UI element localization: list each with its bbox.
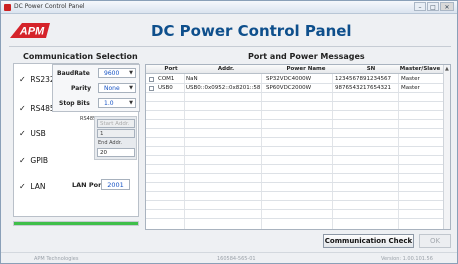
messages-table: Port Addr. Power Name SN Master/Slave CO… — [145, 64, 451, 230]
stopbits-value: 1.0 — [104, 100, 114, 107]
cell-port: USB0 — [158, 85, 173, 91]
apm-logo: APM — [10, 23, 50, 38]
cell-sn: 1234567891234567 — [335, 76, 391, 82]
stopbits-label: Stop Bits — [59, 100, 90, 107]
status-bar: APM Technologies 160584-565-01 Version: … — [1, 252, 457, 263]
table-row — [146, 165, 444, 174]
end-addr-label: End Addr. — [98, 140, 122, 146]
row-checkbox[interactable] — [149, 77, 154, 82]
check-icon[interactable]: ✓ — [19, 182, 28, 191]
table-row — [146, 93, 444, 102]
progress-fill — [14, 222, 138, 225]
table-row — [146, 147, 444, 156]
table-row — [146, 201, 444, 210]
table-header: Port Addr. Power Name SN Master/Slave — [146, 65, 444, 74]
protocol-lan[interactable]: ✓ LAN — [19, 182, 45, 191]
protocol-gpib[interactable]: ✓ GPIB — [19, 156, 48, 165]
start-addr-value[interactable]: 1 — [97, 129, 135, 138]
protocol-label: USB — [30, 129, 46, 138]
table-row — [146, 120, 444, 129]
app-window: DC Power Control Panel – □ ✕ APM DC Powe… — [0, 0, 458, 264]
row-checkbox[interactable] — [149, 86, 154, 91]
parity-label: Parity — [71, 85, 92, 92]
table-row — [146, 156, 444, 165]
cell-addr: NaN — [186, 76, 198, 82]
col-master-slave: Master/Slave — [399, 66, 441, 72]
protocol-rs232[interactable]: ✓ RS232 — [19, 75, 55, 84]
table-scrollbar[interactable]: ▲ — [443, 65, 450, 229]
table-row — [146, 183, 444, 192]
table-row — [146, 192, 444, 201]
table-row — [146, 102, 444, 111]
col-port: Port — [164, 66, 178, 72]
cell-addr: USB0::0x0952::0x8201::5876543... — [186, 85, 260, 91]
col-power-name: Power Name — [286, 66, 326, 72]
rs485-address-box: Start Addr. 1 End Addr. 20 — [94, 116, 137, 160]
status-company: APM Technologies — [34, 256, 79, 262]
messages-section-title: Port and Power Messages — [248, 52, 365, 61]
start-addr-field[interactable]: Start Addr. — [97, 119, 135, 128]
lan-port-label: LAN Port — [72, 181, 105, 189]
col-addr: Addr. — [217, 66, 235, 72]
col-sn: SN — [366, 66, 376, 72]
end-addr-field[interactable]: 20 — [97, 148, 135, 157]
table-row — [146, 174, 444, 183]
chevron-down-icon: ▼ — [129, 100, 133, 106]
app-icon — [4, 4, 11, 11]
cell-role: Master — [401, 85, 420, 91]
table-row — [146, 210, 444, 219]
ok-button[interactable]: OK — [419, 234, 451, 248]
communication-check-button[interactable]: Communication Check — [323, 234, 414, 248]
svg-text:APM: APM — [19, 26, 45, 38]
header-divider — [9, 46, 451, 47]
minimize-button[interactable]: – — [414, 2, 426, 11]
table-row — [146, 129, 444, 138]
title-bar: DC Power Control Panel – □ ✕ — [1, 1, 457, 14]
protocol-usb[interactable]: ✓ USB — [19, 129, 46, 138]
status-code: 160584-565-01 — [217, 256, 256, 262]
cell-port: COM1 — [158, 76, 175, 82]
stopbits-select[interactable]: 1.0 ▼ — [98, 98, 136, 108]
baudrate-value: 9600 — [104, 70, 120, 77]
check-icon[interactable]: ✓ — [19, 104, 28, 113]
protocol-label: GPIB — [30, 156, 49, 165]
chevron-down-icon: ▼ — [129, 85, 133, 91]
close-button[interactable]: ✕ — [440, 2, 454, 11]
cell-power-name: SP32VDC4000W — [266, 76, 312, 82]
status-version: Version: 1.00.101.56 — [381, 256, 433, 262]
parity-value: None — [104, 85, 120, 92]
table-row[interactable]: COM1 NaN SP32VDC4000W 1234567891234567 M… — [146, 75, 444, 84]
rs232-settings: BaudRate 9600 ▼ Parity None ▼ Stop Bits … — [52, 64, 140, 112]
maximize-button[interactable]: □ — [427, 2, 439, 11]
lan-port-field[interactable]: 2001 — [101, 179, 130, 190]
check-icon[interactable]: ✓ — [19, 75, 28, 84]
chevron-down-icon: ▼ — [129, 70, 133, 76]
table-row — [146, 138, 444, 147]
page-title: DC Power Control Panel — [151, 22, 352, 40]
cell-power-name: SP60VDC2000W — [266, 85, 312, 91]
chevron-up-icon[interactable]: ▲ — [445, 66, 449, 72]
baudrate-label: BaudRate — [57, 70, 90, 77]
table-row[interactable]: USB0 USB0::0x0952::0x8201::5876543... SP… — [146, 84, 444, 93]
check-icon[interactable]: ✓ — [19, 129, 28, 138]
table-row — [146, 111, 444, 120]
window-title: DC Power Control Panel — [14, 3, 85, 10]
cell-role: Master — [401, 76, 420, 82]
protocol-label: LAN — [30, 182, 46, 191]
cell-sn: 9876543217654321 — [335, 85, 391, 91]
baudrate-select[interactable]: 9600 ▼ — [98, 68, 136, 78]
parity-select[interactable]: None ▼ — [98, 83, 136, 93]
protocol-rs485[interactable]: ✓ RS485 — [19, 104, 55, 113]
progress-bar — [13, 221, 139, 226]
comm-section-title: Communication Selection — [23, 52, 138, 61]
check-icon[interactable]: ✓ — [19, 156, 28, 165]
